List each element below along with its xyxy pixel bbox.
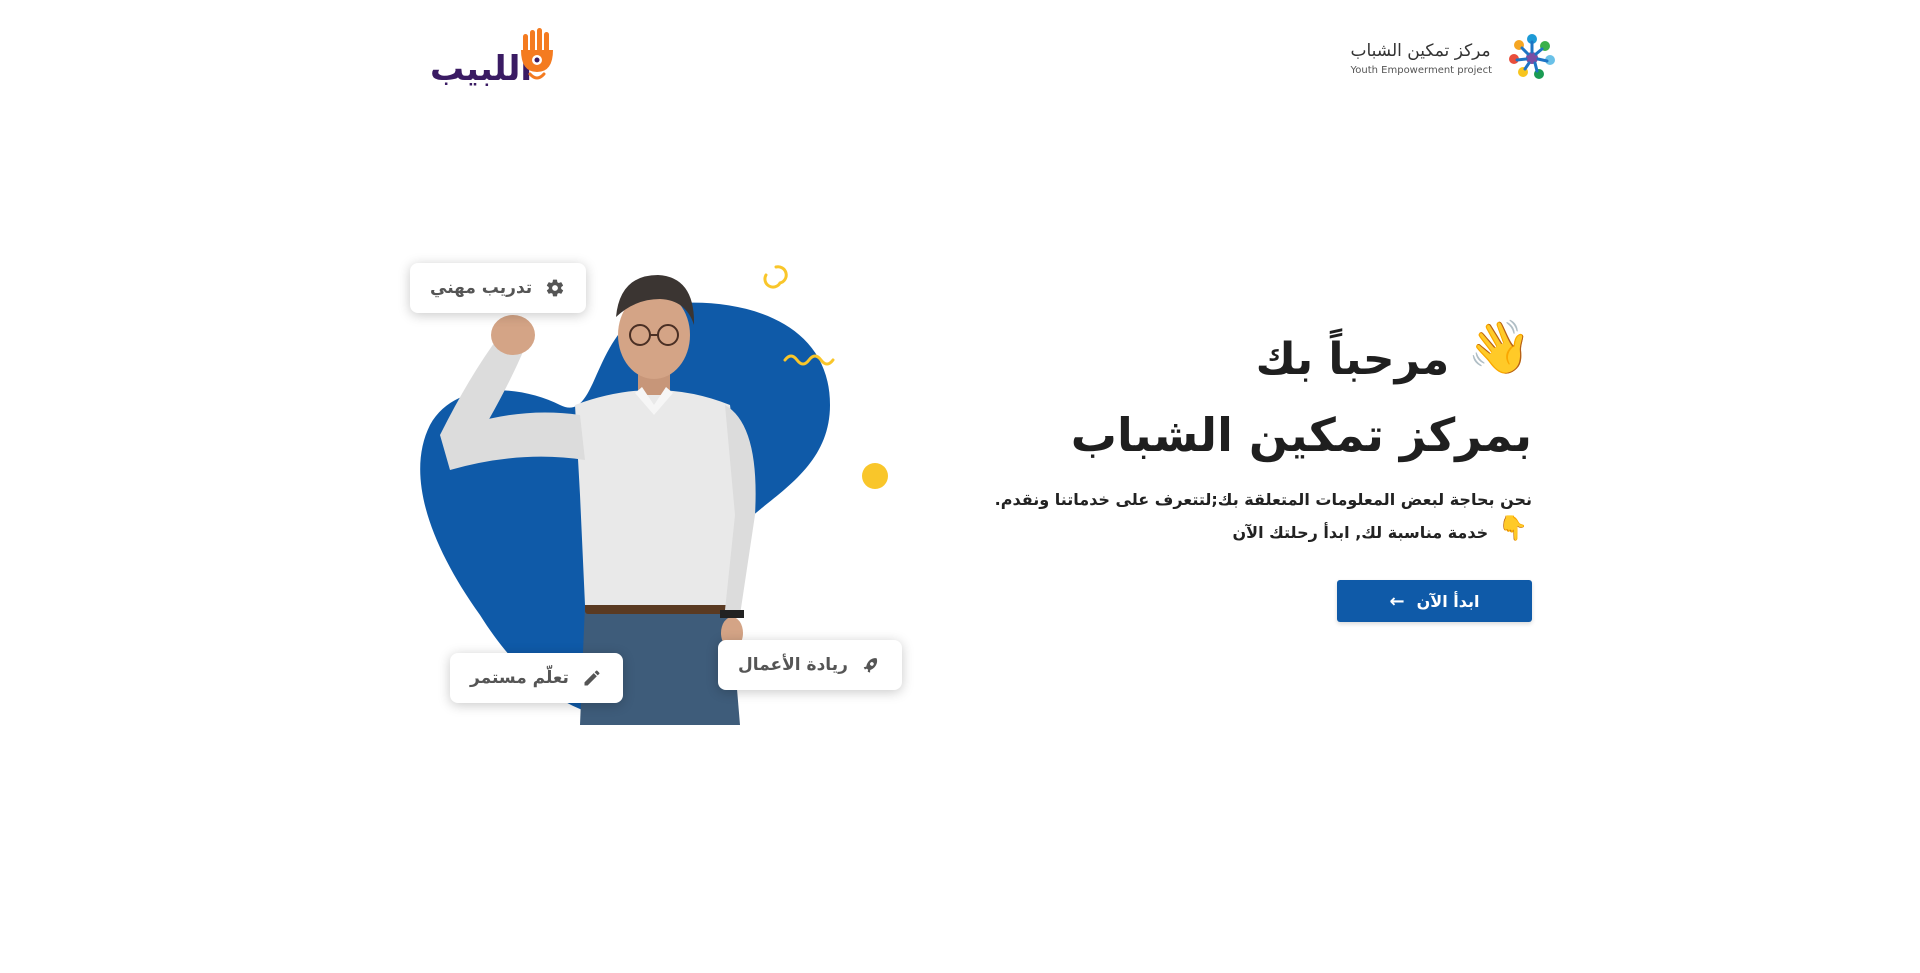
org-title: مركز تمكين الشباب	[1350, 40, 1491, 61]
gear-icon	[544, 277, 566, 299]
welcome-heading-text: مرحباً بك	[1255, 334, 1450, 385]
pointing-down-icon: 👇	[1498, 513, 1528, 542]
welcome-heading-line2: بمركز تمكين الشباب	[1070, 408, 1532, 462]
start-now-button-label: ابدأ الآن	[1416, 591, 1480, 611]
chip-entrepreneurship: ريادة الأعمال	[718, 640, 902, 690]
partner-logo[interactable]: اللبيب	[430, 28, 556, 88]
arrow-left-icon: ←	[1389, 590, 1405, 612]
welcome-heading-line1: 👋 مرحباً بك	[972, 322, 1532, 390]
hero-illustration: تدريب مهني ريادة الأعمال تعلّم مستمر	[410, 255, 910, 725]
welcome-description-line2-row: 👇 خدمة مناسبة لك, ابدأ رحلتك الآن	[972, 514, 1532, 543]
org-subtitle: Youth Empowerment project	[1350, 64, 1492, 76]
welcome-description-line2: خدمة مناسبة لك, ابدأ رحلتك الآن	[1232, 523, 1489, 542]
yellow-dot-decoration	[862, 463, 888, 489]
partner-logo-text: اللبيب	[430, 49, 533, 89]
chip-entrepreneurship-label: ريادة الأعمال	[738, 655, 848, 675]
chip-continuous-learning: تعلّم مستمر	[450, 653, 623, 703]
welcome-section: 👋 مرحباً بك بمركز تمكين الشباب نحن بحاجة…	[972, 322, 1532, 622]
chip-vocational-training: تدريب مهني	[410, 263, 587, 313]
org-logo[interactable]: مركز تمكين الشباب Youth Empowerment proj…	[1350, 32, 1558, 84]
page: مركز تمكين الشباب Youth Empowerment proj…	[0, 0, 1920, 973]
colorful-people-cluster-icon	[1509, 34, 1555, 79]
orange-hand-icon	[521, 28, 554, 80]
pencil-icon	[581, 667, 603, 689]
chip-continuous-learning-label: تعلّم مستمر	[470, 668, 569, 688]
waving-hand-icon: 👋	[1467, 318, 1532, 378]
org-logo-texts: مركز تمكين الشباب Youth Empowerment proj…	[1350, 41, 1492, 76]
welcome-description-line1: نحن بحاجة لبعض المعلومات المتعلقة بك;لتت…	[994, 490, 1532, 509]
start-now-button[interactable]: ابدأ الآن ←	[1337, 580, 1532, 622]
chip-vocational-training-label: تدريب مهني	[430, 278, 533, 298]
rocket-icon	[860, 654, 882, 676]
